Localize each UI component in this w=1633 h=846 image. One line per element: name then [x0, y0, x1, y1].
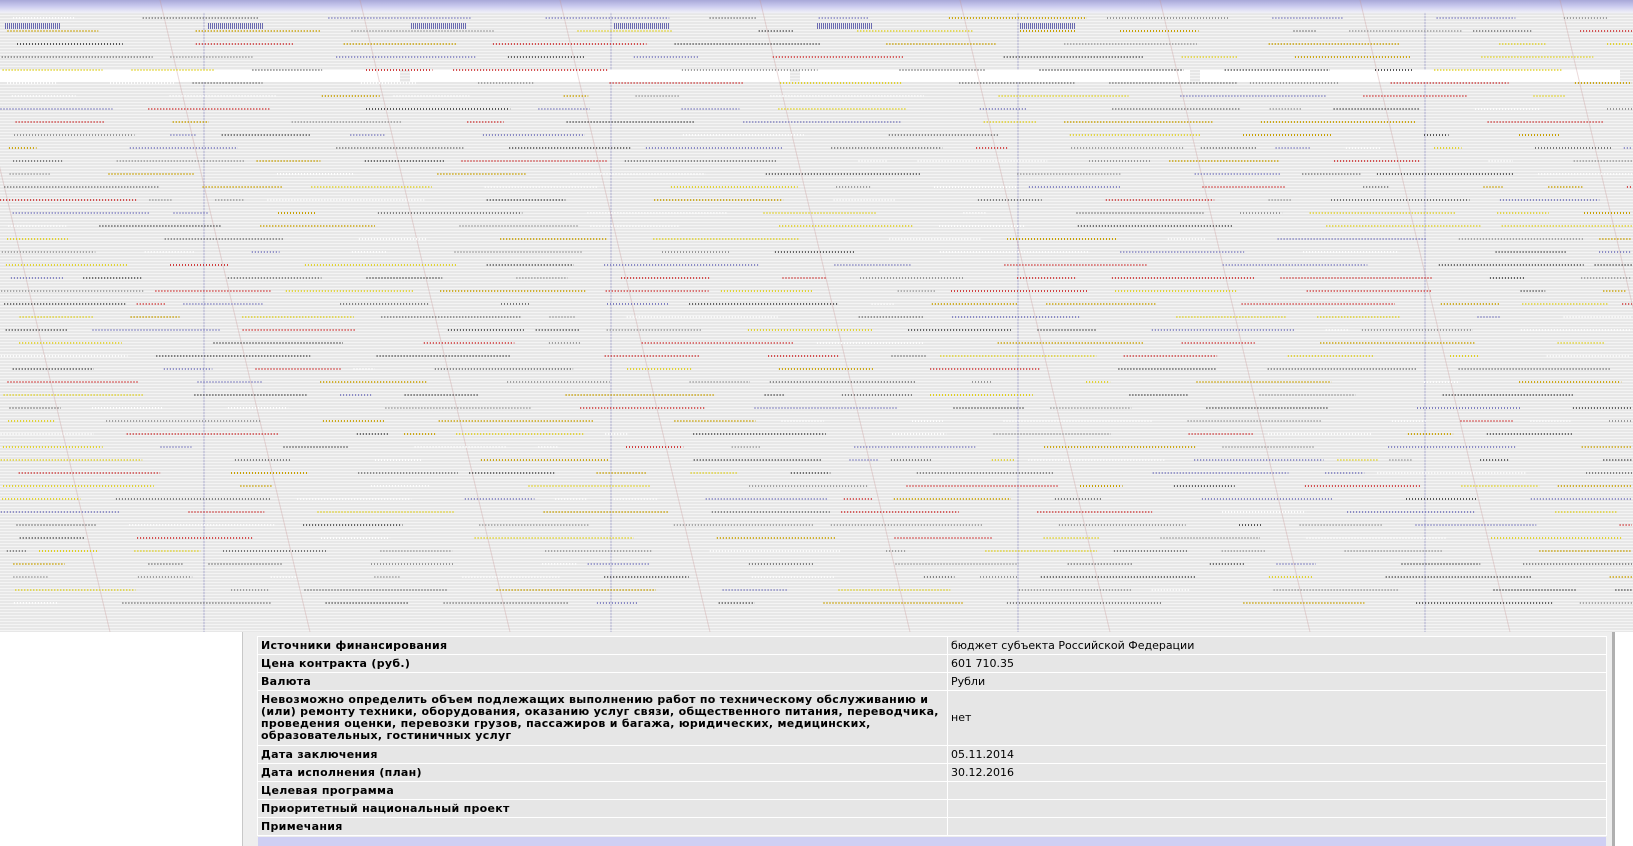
row-value: бюджет субъекта Российской Федерации	[947, 636, 1607, 655]
row-value: 30.12.2016	[947, 763, 1607, 782]
corrupted-render-region	[0, 0, 1633, 632]
row-value	[947, 781, 1607, 800]
row-label: Валюта	[257, 672, 948, 691]
row-label: Примечания	[257, 817, 948, 836]
row-label: Дата заключения	[257, 745, 948, 764]
row-label: Целевая программа	[257, 781, 948, 800]
panel-scroll-edge	[1612, 632, 1615, 846]
contract-details-table: Источники финансирования бюджет субъекта…	[257, 636, 1607, 836]
row-value	[947, 799, 1607, 818]
table-row: Источники финансирования бюджет субъекта…	[257, 636, 1607, 655]
table-row: Приоритетный национальный проект	[257, 799, 1607, 818]
row-label: Дата исполнения (план)	[257, 763, 948, 782]
table-row: Валюта Рубли	[257, 672, 1607, 691]
table-row: Дата исполнения (план) 30.12.2016	[257, 763, 1607, 782]
section-header-bar	[258, 837, 1606, 846]
row-value: 601 710.35	[947, 654, 1607, 673]
row-value: Рубли	[947, 672, 1607, 691]
row-label: Цена контракта (руб.)	[257, 654, 948, 673]
row-value: 05.11.2014	[947, 745, 1607, 764]
table-row: Дата заключения 05.11.2014	[257, 745, 1607, 764]
corrupted-render-pattern	[0, 0, 1633, 632]
table-row: Примечания	[257, 817, 1607, 836]
row-label: Источники финансирования	[257, 636, 948, 655]
row-value: нет	[947, 690, 1607, 746]
row-label: Невозможно определить объем подлежащих в…	[257, 690, 948, 746]
row-label: Приоритетный национальный проект	[257, 799, 948, 818]
row-value	[947, 817, 1607, 836]
table-row: Целевая программа	[257, 781, 1607, 800]
table-row: Невозможно определить объем подлежащих в…	[257, 690, 1607, 746]
table-row: Цена контракта (руб.) 601 710.35	[257, 654, 1607, 673]
